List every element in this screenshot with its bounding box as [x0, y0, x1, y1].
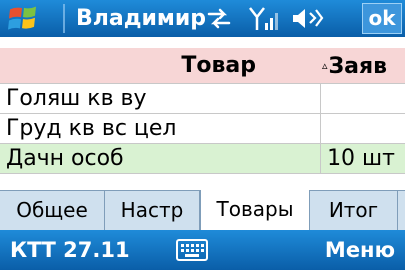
goods-table: Товар ▵Заяв Голяш кв ву Груд кв вс цел Д… — [0, 48, 405, 174]
tab-general[interactable]: Общее — [0, 191, 105, 230]
tab-total[interactable]: Итог — [310, 191, 398, 230]
column-header-goods[interactable]: Товар — [0, 48, 318, 84]
signal-strength-icon[interactable] — [248, 4, 280, 33]
volume-icon[interactable] — [290, 4, 324, 33]
row-qty — [320, 114, 405, 143]
row-qty: 10 шт — [320, 144, 405, 173]
title-separator — [63, 4, 65, 33]
row-qty — [320, 84, 405, 113]
table-row-selected[interactable]: Дачн особ 10 шт — [0, 144, 405, 174]
tab-strip: Общее Настр Товары Итог — [0, 190, 405, 231]
row-name: Груд кв вс цел — [6, 116, 177, 141]
title-bar: Владимир ok — [0, 0, 405, 37]
screen: Владимир ok Товар ▵Заяв Голяш кв ву Груд… — [0, 0, 405, 270]
row-name: Дачн особ — [6, 146, 124, 171]
keyboard-icon[interactable] — [176, 239, 208, 261]
tab-goods[interactable]: Товары — [200, 190, 310, 231]
menu-bar: КТТ 27.11 Меню — [0, 230, 405, 270]
windows-start-logo-icon[interactable] — [4, 4, 62, 33]
table-row[interactable]: Груд кв вс цел — [0, 114, 405, 144]
window-title: Владимир — [76, 6, 207, 31]
menu-softkey[interactable]: Меню — [325, 235, 395, 265]
connectivity-icon[interactable] — [206, 4, 232, 33]
ok-button[interactable]: ok — [362, 3, 402, 34]
tab-settings[interactable]: Настр — [105, 191, 200, 230]
column-header-order-label: Заяв — [328, 54, 388, 79]
table-header: Товар ▵Заяв — [0, 48, 405, 84]
table-row[interactable]: Голяш кв ву — [0, 84, 405, 114]
left-softkey[interactable]: КТТ 27.11 — [10, 235, 130, 265]
column-header-order[interactable]: ▵Заяв — [320, 48, 405, 83]
row-name: Голяш кв ву — [6, 86, 147, 111]
sort-indicator-icon: ▵ — [322, 59, 328, 72]
